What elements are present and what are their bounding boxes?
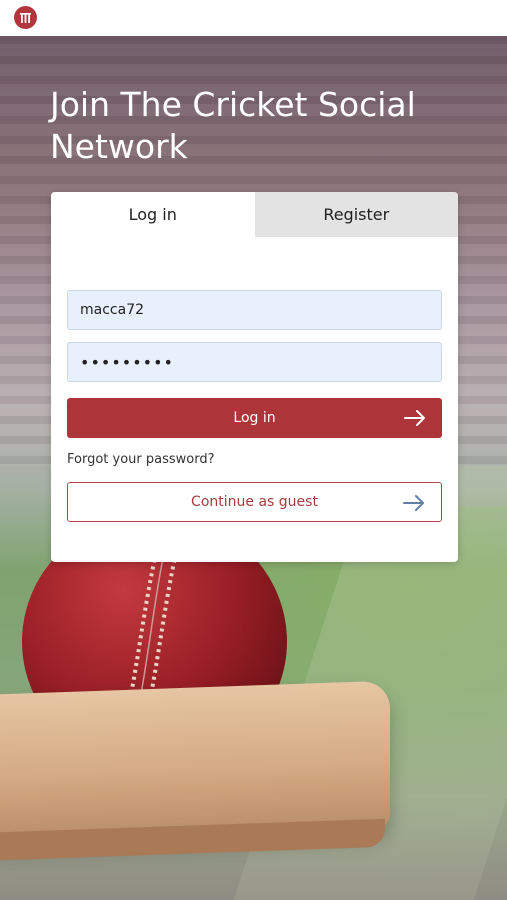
auth-card: Log in Register Log in Forgot your passw…: [51, 192, 458, 562]
arrow-right-icon: [403, 495, 424, 511]
page-title: Join The Cricket Social Network: [50, 85, 416, 166]
continue-as-guest-button[interactable]: Continue as guest: [67, 482, 442, 522]
login-button-label: Log in: [233, 410, 276, 426]
tab-login[interactable]: Log in: [51, 192, 255, 237]
username-field[interactable]: [67, 290, 442, 330]
auth-tabs: Log in Register: [51, 192, 458, 237]
password-field[interactable]: [67, 342, 442, 382]
cricket-stumps-icon[interactable]: [14, 6, 37, 29]
login-button[interactable]: Log in: [67, 398, 442, 438]
top-bar: [0, 0, 507, 36]
guest-button-label: Continue as guest: [191, 494, 318, 510]
forgot-password-link[interactable]: Forgot your password?: [67, 452, 215, 467]
arrow-right-icon: [404, 410, 425, 426]
tab-register[interactable]: Register: [254, 192, 458, 237]
